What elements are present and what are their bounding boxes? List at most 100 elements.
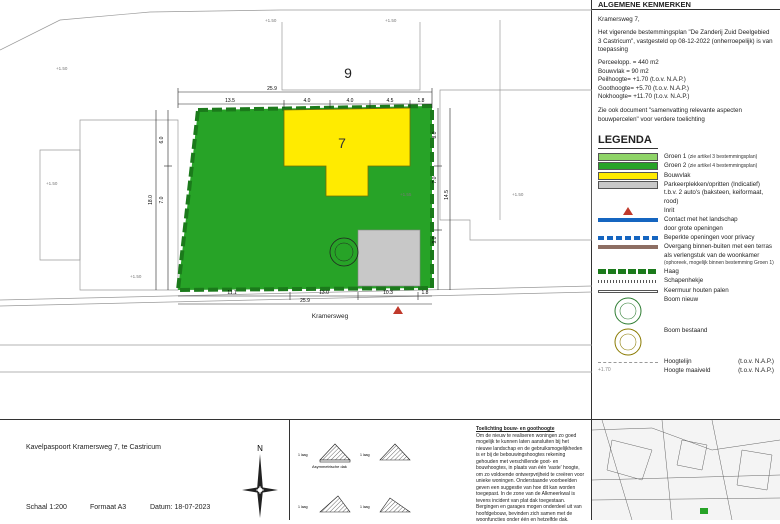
roof-sketches: Asymmetrische dak 1 laag 1 laag 1 laag 1… <box>298 443 411 513</box>
legend-item: Schapenhekje <box>598 277 774 285</box>
legend-label: Groen 1 <box>664 152 687 160</box>
plan-title: Kavelpaspoort Kramersweg 7, te Castricum <box>26 444 161 451</box>
north-label: N <box>257 444 263 453</box>
dim-left-a: 6.0 <box>159 136 165 143</box>
height-mark: +1.55 <box>400 192 412 197</box>
sketch-label: 1 laag <box>360 505 370 509</box>
dim-bot-d: 1.8 <box>422 290 429 296</box>
dim-bot-total: 25.9 <box>300 298 310 304</box>
location-map-drawing <box>592 420 780 520</box>
height-mark: +1.50 <box>265 18 277 23</box>
hoogtelijn-swatch <box>598 361 658 363</box>
haag-swatch <box>598 268 658 274</box>
groen2-swatch <box>598 162 658 171</box>
bouwvlak-swatch <box>598 171 658 180</box>
legend-label: Bouwvlak <box>664 171 691 179</box>
dim-top-f: 1.8 <box>418 98 425 104</box>
parking-swatch <box>598 180 658 189</box>
legend-item: Boom bestaand <box>598 327 774 357</box>
groen1-swatch <box>598 152 658 161</box>
scale-label: Schaal 1:200 <box>26 504 67 511</box>
dim-top-b: 13.5 <box>225 98 235 104</box>
location-marker <box>700 508 708 514</box>
date-label: Datum: 18-07-2023 <box>150 504 211 511</box>
legend-label: Groen 2 <box>664 162 687 170</box>
address: Kramersweg 7, <box>598 16 640 23</box>
explanation-text: Toelichting bouw- en goothoogte Om de ni… <box>476 426 586 524</box>
dim-top-total: 25.9 <box>267 86 277 92</box>
legend-item: Bouwvlak <box>598 171 774 180</box>
legend-item: Inrit <box>598 206 774 215</box>
lot-number-label: 7 <box>338 135 346 151</box>
kenmerk-item: Nokhoogte= +11.70 (t.o.v. N.A.P.) <box>598 92 690 100</box>
legend-label: Keermuur houten palen <box>664 286 729 294</box>
legend-item: Keermuur houten palen <box>598 287 774 295</box>
inrit-icon <box>623 206 633 215</box>
dim-left-c: 18.0 <box>148 195 154 205</box>
dim-bot-c: 10.3 <box>383 290 393 296</box>
maaiveld-swatch: +1.70 <box>598 367 611 374</box>
legend-note: door grote openingen <box>664 224 723 232</box>
legend-subnote: (ophoreek, mogelijk binnen bestemming Gr… <box>664 260 774 267</box>
asym-label: Asymmetrische dak <box>312 464 347 469</box>
keermuur-swatch <box>598 289 658 293</box>
legend-note: (zie artikel 3 bestemmingsplan) <box>688 153 758 160</box>
height-mark: +1.50 <box>46 181 58 186</box>
legend-label: Haag <box>664 267 679 275</box>
legend-label: Boom bestaand <box>664 326 708 334</box>
legend-note: als verlengstuk van de woonkamer <box>664 251 760 259</box>
legend-label: Schapenhekje <box>664 277 704 285</box>
legend-item: Contact met het landschap door grote open… <box>598 216 774 233</box>
contact-swatch <box>598 218 658 223</box>
north-arrow-icon: N <box>242 444 278 518</box>
legend-note: (t.o.v. N.A.P.) <box>738 357 774 365</box>
parking-area <box>357 229 421 287</box>
site-plan-drawing: 7 9 25.9 13.5 4.0 4.0 4.5 1.8 6.0 7.0 18… <box>0 9 592 373</box>
legend-label: Hoogte maaiveld <box>664 367 711 375</box>
kenmerk-item: Peilhoogte= +1.70 (t.o.v. N.A.P.) <box>598 76 686 84</box>
legend-note: (t.o.v. N.A.P.) <box>738 367 774 375</box>
plan-text: Het vigerende bestemmingsplan "De Zander… <box>598 29 773 54</box>
legend-item: Parkeerplekken/opritten (Indicatief) t.b.… <box>598 180 774 206</box>
inrit-swatch <box>598 206 658 215</box>
legend-note: (zie artikel 4 bestemmingsplan) <box>688 163 758 170</box>
height-mark: +1.50 <box>130 274 142 279</box>
height-mark: +1.50 <box>512 192 524 197</box>
legend-item: Boom nieuw <box>598 296 774 326</box>
terras-swatch <box>598 245 658 250</box>
tree-new-icon <box>614 297 642 325</box>
dim-top-d: 4.0 <box>347 98 354 104</box>
height-mark: +1.50 <box>385 18 397 23</box>
neighbour-lot-number: 9 <box>344 65 352 81</box>
legend-label: Overgang binnen-buiten met een terras <box>664 243 773 251</box>
location-map <box>592 420 780 520</box>
legend-title: LEGENDA <box>598 133 658 149</box>
format-label: Formaat A3 <box>90 504 127 511</box>
kenmerken-list: Perceelopp. = 440 m2 Bouwvlak = 90 m2 Pe… <box>598 59 774 101</box>
legend-label: Beperkte openingen voor privacy <box>664 234 755 242</box>
legend-label: Parkeerplekken/opritten (Indicatief) <box>664 180 760 188</box>
sketch-label: 1 laag <box>298 505 308 509</box>
legend-label: Boom nieuw <box>664 295 699 303</box>
legend-item: +1.70 Hoogte maaiveld (t.o.v. N.A.P.) <box>598 367 774 375</box>
explanation-body: Om de nieuw te realiseren woningen zo go… <box>476 432 585 524</box>
legend-label: Contact met het landschap <box>664 216 738 224</box>
height-mark: +1.50 <box>56 66 68 71</box>
inrit-icon <box>393 306 403 314</box>
panel-header: ALGEMENE KENMERKEN <box>592 0 780 10</box>
legend-label: Inrit <box>664 206 675 214</box>
tree-new-swatch <box>598 296 658 326</box>
sketch-label: 1 laag <box>360 453 370 457</box>
dim-bot-b: 13.0 <box>319 290 329 296</box>
schapenhekje-swatch <box>598 280 658 284</box>
dim-right-b: 14.5 <box>444 190 450 200</box>
kenmerk-item: Bouwvlak = 90 m2 <box>598 67 649 75</box>
privacy-swatch <box>598 236 658 241</box>
tree-existing-icon <box>614 328 642 356</box>
dim-bot-a: 11.1 <box>227 290 237 296</box>
site-plan: 7 9 25.9 13.5 4.0 4.0 4.5 1.8 6.0 7.0 18… <box>0 0 592 420</box>
legend-item: Overgang binnen-buiten met een terras als… <box>598 243 774 266</box>
see-document: Zie ook document "samenvatting relevante… <box>598 107 742 123</box>
legend-item: Groen 2 (zie artikel 4 bestemmingsplan) <box>598 162 774 171</box>
legend-item: Haag <box>598 268 774 276</box>
